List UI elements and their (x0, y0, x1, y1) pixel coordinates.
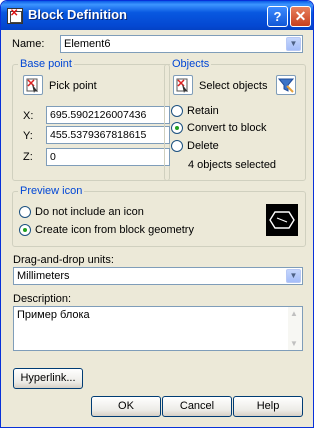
quick-select-icon (277, 78, 295, 93)
base-point-title: Base point (18, 58, 74, 70)
window-title: Block Definition (28, 7, 127, 22)
create-icon-radio[interactable] (19, 224, 31, 236)
block-definition-dialog: Block Definition ? ✕ Name: Element6 ▼ Ba… (0, 0, 314, 428)
z-coordinate-input[interactable]: 0 (46, 148, 170, 166)
help-title-button[interactable]: ? (267, 6, 288, 27)
block-preview-image (266, 204, 298, 236)
delete-label: Delete (187, 140, 219, 152)
y-coordinate-input[interactable]: 455.5379367818615 (46, 126, 170, 144)
units-value: Millimeters (17, 270, 70, 282)
preview-icon-title: Preview icon (18, 185, 85, 197)
convert-to-block-label: Convert to block (187, 122, 267, 134)
z-label: Z: (23, 151, 33, 163)
retain-radio[interactable] (171, 105, 183, 117)
pick-point-label: Pick point (49, 80, 97, 92)
select-objects-icon (176, 78, 188, 93)
cancel-button[interactable]: Cancel (162, 396, 232, 417)
hyperlink-button[interactable]: Hyperlink... (13, 368, 83, 389)
pick-point-button[interactable] (23, 75, 43, 95)
close-button[interactable]: ✕ (290, 6, 311, 27)
select-objects-label: Select objects (199, 80, 268, 92)
x-coordinate-input[interactable]: 695.5902126007436 (46, 106, 170, 124)
units-combobox[interactable]: Millimeters ▼ (13, 267, 303, 285)
select-objects-button[interactable] (173, 75, 193, 95)
description-value: Пример блока (17, 309, 90, 321)
no-icon-radio[interactable] (19, 206, 31, 218)
ok-button[interactable]: OK (91, 396, 161, 417)
preview-icon-group: Preview icon (12, 185, 306, 247)
block-definition-icon (7, 8, 23, 24)
title-bar[interactable]: Block Definition ? ✕ (1, 1, 313, 30)
name-combobox[interactable]: Element6 ▼ (60, 35, 303, 53)
description-label: Description: (13, 293, 72, 305)
pick-point-icon (26, 78, 38, 93)
units-chevron-down-icon[interactable]: ▼ (286, 269, 301, 283)
name-label: Name: (12, 38, 45, 50)
retain-label: Retain (187, 105, 219, 117)
objects-selected-count: 4 objects selected (188, 159, 277, 171)
name-value: Element6 (64, 38, 111, 50)
description-textarea[interactable]: Пример блока ▲ ▼ (13, 306, 303, 351)
quick-select-button[interactable] (276, 75, 296, 95)
convert-to-block-radio[interactable] (171, 122, 183, 134)
block-preview-graphic (269, 211, 295, 229)
scroll-up-icon[interactable]: ▲ (290, 309, 298, 318)
no-icon-label: Do not include an icon (35, 206, 144, 218)
y-label: Y: (23, 130, 33, 142)
objects-title: Objects (170, 58, 212, 70)
description-scrollbar[interactable]: ▲ ▼ (288, 307, 302, 350)
units-label: Drag-and-drop units: (13, 254, 114, 266)
help-button[interactable]: Help (233, 396, 303, 417)
create-icon-label: Create icon from block geometry (35, 224, 194, 236)
chevron-down-icon[interactable]: ▼ (286, 37, 301, 51)
scroll-down-icon[interactable]: ▼ (290, 339, 298, 348)
x-label: X: (23, 110, 34, 122)
delete-radio[interactable] (171, 140, 183, 152)
